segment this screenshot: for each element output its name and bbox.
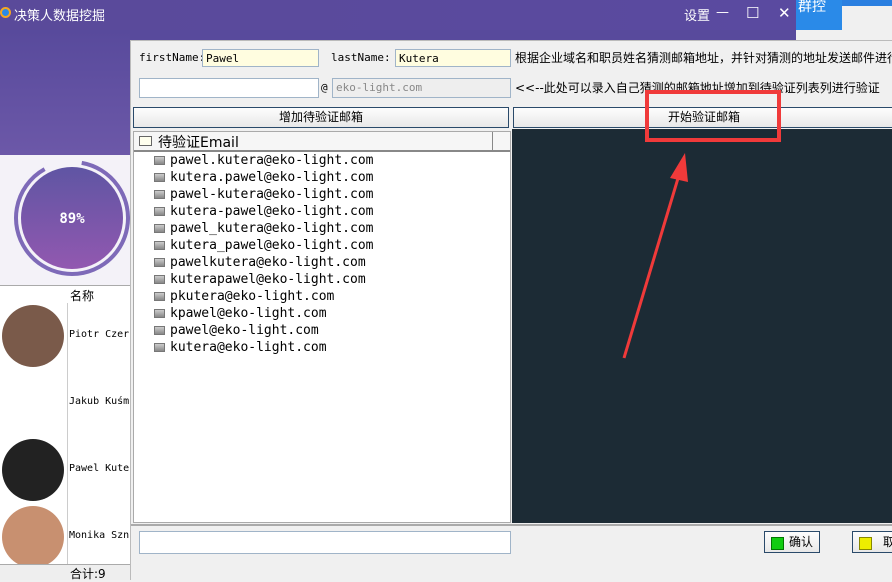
- email-address: pawel@eko-light.com: [170, 323, 319, 338]
- email-item-icon: [154, 275, 165, 284]
- annotation-highlight-box: [645, 90, 781, 142]
- group-control-label: 群控: [798, 0, 826, 15]
- list-item[interactable]: pawel@eko-light.com: [134, 322, 510, 339]
- avatar: [2, 439, 64, 501]
- log-panel: [512, 129, 892, 523]
- cancel-label: 取消: [883, 535, 892, 549]
- email-address: kpawel@eko-light.com: [170, 306, 327, 321]
- list-item[interactable]: kutera.pawel@eko-light.com: [134, 169, 510, 186]
- window-title: 决策人数据挖掘: [14, 9, 106, 24]
- column-name-header[interactable]: 名称: [70, 287, 94, 304]
- first-name-input[interactable]: Pawel: [202, 49, 319, 67]
- green-indicator-icon: [771, 537, 784, 550]
- at-symbol: @: [321, 81, 328, 94]
- email-address: pkutera@eko-light.com: [170, 289, 335, 304]
- add-email-button[interactable]: 增加待验证邮箱: [133, 107, 509, 128]
- first-name-label: firstName:: [139, 51, 206, 64]
- column-divider: [67, 437, 68, 504]
- list-item[interactable]: pawel-kutera@eko-light.com: [134, 186, 510, 203]
- list-item[interactable]: pkutera@eko-light.com: [134, 288, 510, 305]
- email-item-icon: [154, 326, 165, 335]
- table-row[interactable]: Jakub Kuśm: [0, 370, 130, 438]
- maximize-button[interactable]: ☐: [746, 4, 759, 22]
- avatar: [2, 506, 64, 568]
- email-address: kutera-pawel@eko-light.com: [170, 204, 374, 219]
- confirm-label: 确认: [789, 535, 814, 549]
- avatar: [2, 372, 64, 434]
- email-list: 待验证Email pawel.kutera@eko-light.com kuter…: [133, 131, 511, 523]
- last-name-input[interactable]: Kutera: [395, 49, 511, 67]
- column-divider: [67, 504, 68, 571]
- column-divider: [67, 370, 68, 437]
- bottom-divider: [131, 524, 892, 526]
- table-row[interactable]: Monika Szn: [0, 504, 130, 572]
- column-divider: [492, 132, 493, 150]
- header-band: [130, 30, 796, 40]
- progress-gauge: 89%: [0, 155, 130, 285]
- email-item-icon: [154, 224, 165, 233]
- email-item-icon: [154, 258, 165, 267]
- email-address: pawel-kutera@eko-light.com: [170, 187, 374, 202]
- email-address: kuterapawel@eko-light.com: [170, 272, 366, 287]
- gauge-svg: 89%: [14, 160, 130, 276]
- email-item-icon: [154, 156, 165, 165]
- email-address: pawel_kutera@eko-light.com: [170, 221, 374, 236]
- list-item[interactable]: pawel_kutera@eko-light.com: [134, 220, 510, 237]
- settings-button[interactable]: 设置: [684, 5, 710, 24]
- list-item[interactable]: kutera_pawel@eko-light.com: [134, 237, 510, 254]
- list-item[interactable]: kutera-pawel@eko-light.com: [134, 203, 510, 220]
- group-control-button[interactable]: 群控: [796, 0, 842, 30]
- list-item[interactable]: pawelkutera@eko-light.com: [134, 254, 510, 271]
- cancel-button[interactable]: 取消: [852, 531, 892, 553]
- domain-input[interactable]: eko-light.com: [332, 78, 511, 98]
- email-item-icon: [154, 207, 165, 216]
- table-row[interactable]: Pawel Kute: [0, 437, 130, 505]
- email-item-icon: [154, 343, 165, 352]
- email-column-header[interactable]: 待验证Email: [158, 132, 239, 152]
- row-name: Jakub Kuśm: [69, 396, 129, 407]
- table-row[interactable]: Piotr Czer: [0, 303, 130, 371]
- list-header-icon: [139, 136, 152, 146]
- minimize-button[interactable]: —: [716, 5, 729, 20]
- table-header: 名称: [0, 285, 130, 304]
- email-item-icon: [154, 173, 165, 182]
- email-address: pawelkutera@eko-light.com: [170, 255, 366, 270]
- app-logo-icon: [0, 7, 11, 18]
- email-item-icon: [154, 241, 165, 250]
- row-name: Monika Szn: [69, 530, 129, 541]
- gauge-label: 89%: [59, 211, 85, 227]
- row-name: Piotr Czer: [69, 329, 129, 340]
- email-item-icon: [154, 190, 165, 199]
- email-address: kutera_pawel@eko-light.com: [170, 238, 374, 253]
- total-count: 合计:9: [70, 567, 106, 581]
- list-item[interactable]: pawel.kutera@eko-light.com: [134, 152, 510, 169]
- confirm-button[interactable]: 确认: [764, 531, 820, 553]
- yellow-indicator-icon: [859, 537, 872, 550]
- sidebar-header: [0, 30, 130, 155]
- hint-guess: 根据企业域名和职员姓名猜测邮箱地址，并针对猜测的地址发送邮件进行: [515, 51, 892, 65]
- avatar: [2, 305, 64, 367]
- email-item-icon: [154, 292, 165, 301]
- email-address: kutera@eko-light.com: [170, 340, 327, 355]
- email-address: pawel.kutera@eko-light.com: [170, 153, 374, 168]
- email-items: pawel.kutera@eko-light.com kutera.pawel@e…: [134, 152, 510, 356]
- list-item[interactable]: kutera@eko-light.com: [134, 339, 510, 356]
- bottom-input[interactable]: [139, 531, 511, 554]
- last-name-label: lastName:: [331, 51, 391, 64]
- email-list-header: 待验证Email: [134, 132, 510, 152]
- row-name: Pawel Kute: [69, 463, 129, 474]
- custom-email-input[interactable]: [139, 78, 319, 98]
- column-divider: [67, 303, 68, 370]
- list-item[interactable]: kpawel@eko-light.com: [134, 305, 510, 322]
- list-item[interactable]: kuterapawel@eko-light.com: [134, 271, 510, 288]
- close-button[interactable]: ✕: [778, 4, 791, 22]
- title-bar: 决策人数据挖掘 设置 — ☐ ✕: [0, 0, 796, 30]
- email-item-icon: [154, 309, 165, 318]
- email-address: kutera.pawel@eko-light.com: [170, 170, 374, 185]
